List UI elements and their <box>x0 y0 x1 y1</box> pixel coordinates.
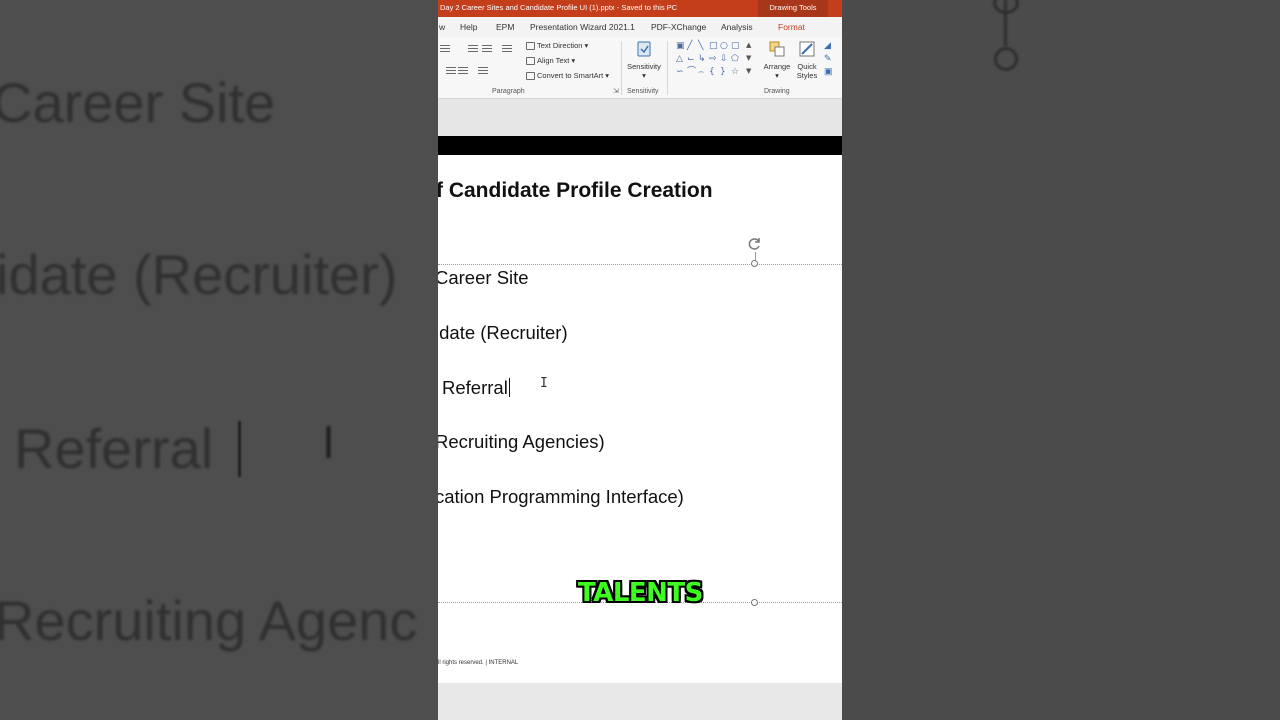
right-arrow-shape-icon[interactable]: ⇨ <box>709 55 717 64</box>
gallery-scroll-down-icon[interactable]: ▼ <box>746 55 751 62</box>
bullet-candidate-recruiter[interactable]: idate (Recruiter) <box>438 322 568 344</box>
elbow-connector-shape-icon[interactable]: ⌙ <box>687 55 695 64</box>
group-label-paragraph: Paragraph <box>492 88 525 95</box>
shape-effects-icon[interactable]: ▣ <box>824 66 833 77</box>
increase-indent-icon <box>482 45 492 53</box>
backdrop-line-referral: Referral <box>14 417 214 480</box>
justify-button[interactable] <box>458 67 468 75</box>
arrange-icon <box>769 41 785 57</box>
tab-help[interactable]: Help <box>460 22 477 32</box>
align-text-icon <box>526 56 535 65</box>
oval-shape-icon[interactable]: ○ <box>720 42 728 51</box>
rotate-handle-icon[interactable] <box>747 236 763 252</box>
shape-fill-icon[interactable]: ◢ <box>824 40 831 51</box>
ribbon-format: Text Direction ▾ Align Text ▾ Convert to S… <box>438 37 842 99</box>
document-title: Day 2 Career Sites and Candidate Profile… <box>440 3 678 12</box>
slide-pane-bottom-margin <box>438 683 842 720</box>
group-label-drawing: Drawing <box>764 88 790 95</box>
text-box-shape-icon[interactable]: ▣ <box>676 42 685 51</box>
gallery-more-icon[interactable]: ▼ <box>746 68 751 75</box>
line-shape-icon-2[interactable]: ╲ <box>698 42 703 51</box>
quick-styles-button[interactable]: Quick Styles <box>792 40 822 80</box>
pentagon-shape-icon[interactable]: ⬠ <box>731 55 739 64</box>
rectangle-shape-icon[interactable]: □ <box>709 42 718 51</box>
gallery-scroll-up-icon[interactable]: ▲ <box>746 42 751 49</box>
rounded-rectangle-shape-icon[interactable]: ▢ <box>731 42 740 51</box>
backdrop-rotate-handle-icon <box>993 0 1019 14</box>
shape-outline-icon[interactable]: ✎ <box>824 53 832 64</box>
paragraph-dialog-launcher-icon[interactable]: ⇲ <box>613 87 619 95</box>
slide-footer: ll rights reserved. | INTERNAL <box>438 660 519 666</box>
line-spacing-icon <box>502 45 512 53</box>
video-frame: Career Site idate (Recruiter) Referral I… <box>0 0 1280 720</box>
backdrop-line-career-site: Career Site <box>0 71 276 134</box>
backdrop-line-recruiter: idate (Recruiter) <box>0 243 398 306</box>
triangle-shape-icon[interactable]: △ <box>676 55 683 64</box>
backdrop-selection-handle <box>994 47 1018 71</box>
line-spacing-button[interactable] <box>502 45 512 53</box>
tab-epm[interactable]: EPM <box>496 22 514 32</box>
tab-view[interactable]: w <box>439 22 445 32</box>
selection-handle-top[interactable] <box>751 260 758 267</box>
justify-icon <box>458 67 468 75</box>
zoomed-backdrop-left: Career Site idate (Recruiter) Referral I… <box>0 0 438 720</box>
bullet-career-site[interactable]: Career Site <box>438 267 529 289</box>
tab-pdf-xchange[interactable]: PDF-XChange <box>651 22 706 32</box>
columns-icon <box>478 67 488 75</box>
bullet-api[interactable]: cation Programming Interface) <box>438 486 684 508</box>
quick-styles-icon <box>799 41 815 57</box>
ibeam-cursor-icon: I <box>540 376 548 391</box>
sensitivity-button[interactable]: Sensitivity ▾ <box>625 40 663 80</box>
align-text-button[interactable]: Align Text ▾ <box>526 56 575 65</box>
right-brace-shape-icon[interactable]: } <box>720 68 726 77</box>
slide-header-band <box>438 136 842 155</box>
tab-presentation-wizard[interactable]: Presentation Wizard 2021.1 <box>530 22 635 32</box>
text-direction-button[interactable]: Text Direction ▾ <box>526 41 588 50</box>
curve-shape-icon[interactable]: ⌢ <box>698 68 704 77</box>
ribbon-tab-bar: w Help EPM Presentation Wizard 2021.1 PD… <box>438 17 842 37</box>
backdrop-line-recruiting-agencies: Recruiting Agenc <box>0 589 418 652</box>
increase-indent-button[interactable] <box>482 45 492 53</box>
align-right-icon <box>446 67 456 75</box>
shapes-gallery[interactable]: ▣ ╱ ╲ □ ○ ▢ △ ⌙ ↳ ⇨ ⇩ ⬠ ∽ ⌒ ⌢ { } ☆ ▲ ▼ <box>676 42 756 80</box>
selection-handle-bottom[interactable] <box>751 599 758 606</box>
backdrop-ibeam-cursor-icon: I <box>322 418 335 469</box>
drawing-tools-context-label: Drawing Tools <box>758 0 828 17</box>
convert-to-smartart-button[interactable]: Convert to SmartArt ▾ <box>526 71 609 80</box>
text-direction-icon <box>526 41 535 50</box>
columns-button[interactable] <box>478 67 488 75</box>
ribbon-separator <box>621 41 622 95</box>
left-brace-shape-icon[interactable]: { <box>709 68 715 77</box>
smartart-icon <box>526 71 535 80</box>
star-shape-icon[interactable]: ☆ <box>731 68 739 77</box>
align-right-button[interactable] <box>446 67 456 75</box>
group-label-sensitivity: Sensitivity <box>627 88 659 95</box>
backdrop-text-caret <box>238 421 241 477</box>
decrease-indent-button[interactable] <box>468 45 478 53</box>
arrange-button[interactable]: Arrange ▾ <box>762 40 792 80</box>
video-caption: TALENTS <box>578 578 703 608</box>
arc-shape-icon[interactable]: ⌒ <box>687 68 696 77</box>
ribbon-separator <box>667 41 668 95</box>
tab-format[interactable]: Format <box>778 22 805 32</box>
connector-shape-icon[interactable]: ↳ <box>698 55 706 64</box>
textbox-selection-top-border <box>438 264 842 265</box>
bullets-button[interactable] <box>440 45 450 53</box>
line-shape-icon[interactable]: ╱ <box>687 42 692 51</box>
bullet-recruiting-agencies[interactable]: Recruiting Agencies) <box>438 431 605 453</box>
slide-pane-margin <box>438 99 842 136</box>
bullets-icon <box>440 45 450 53</box>
tab-analysis[interactable]: Analysis <box>721 22 753 32</box>
powerpoint-window: Day 2 Career Sites and Candidate Profile… <box>438 0 842 720</box>
zoomed-backdrop-right <box>842 0 1280 720</box>
text-caret <box>508 378 510 397</box>
sensitivity-icon <box>637 41 651 57</box>
slide-title[interactable]: f Candidate Profile Creation <box>438 179 713 203</box>
title-bar: Day 2 Career Sites and Candidate Profile… <box>438 0 842 17</box>
freeform-shape-icon[interactable]: ∽ <box>676 68 684 77</box>
down-arrow-shape-icon[interactable]: ⇩ <box>720 55 728 64</box>
bullet-referral[interactable]: Referral <box>442 377 510 399</box>
decrease-indent-icon <box>468 45 478 53</box>
